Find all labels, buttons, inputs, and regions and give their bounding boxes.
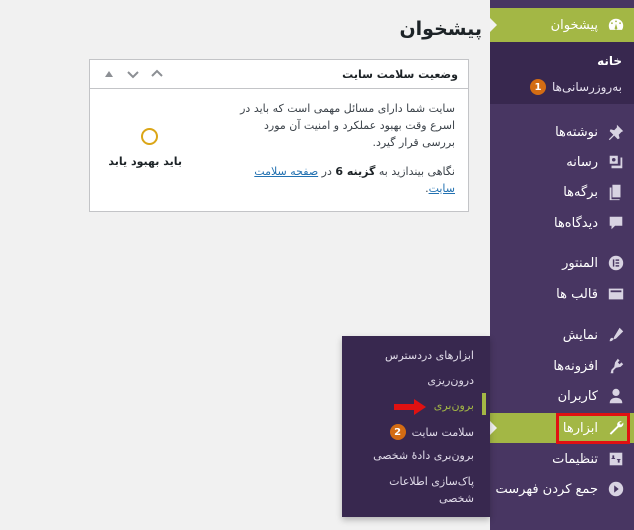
site-health-widget: وضعیت سلامت سایت باید بهبود یابد سایت شم…	[89, 59, 469, 212]
move-up-icon[interactable]	[100, 65, 118, 83]
sidebar-item-users[interactable]: کاربران	[490, 381, 634, 411]
current-indicator	[489, 420, 497, 436]
sidebar-item-label: دیدگاه‌ها	[553, 215, 598, 231]
submenu-item-updates[interactable]: به‌روزرسانی‌ها 1	[530, 79, 622, 95]
health-description: سایت شما دارای مسائل مهمی است که باید در…	[240, 102, 455, 149]
sidebar-item-label: افزونه‌ها	[553, 358, 598, 374]
sidebar-item-label: جمع کردن فهرست	[495, 481, 598, 497]
chevron-down-icon[interactable]	[124, 65, 142, 83]
items-count: گزینه 6	[335, 165, 376, 178]
sidebar-item-templates[interactable]: قالب ها	[490, 279, 634, 309]
widget-description: سایت شما دارای مسائل مهمی است که باید در…	[240, 100, 455, 197]
flyout-item-import[interactable]: درون‌ریزی	[427, 374, 474, 387]
settings-icon	[598, 450, 634, 468]
sidebar-item-label: برگه‌ها	[563, 184, 598, 200]
sidebar-item-plugins[interactable]: افزونه‌ها	[490, 351, 634, 381]
sidebar-item-label: کاربران	[557, 388, 598, 404]
sidebar-item-pages[interactable]: برگه‌ها	[490, 177, 634, 207]
collapse-icon	[598, 480, 634, 498]
current-indicator	[489, 17, 497, 33]
link-middle: در	[321, 165, 332, 178]
site-health-badge: 2	[389, 424, 406, 440]
dashboard-submenu: خانه به‌روزرسانی‌ها 1	[490, 42, 634, 104]
flyout-item-erase-personal-data[interactable]: پاک‌سازی اطلاعات شخصی	[358, 473, 474, 507]
sidebar-item-label: قالب ها	[556, 286, 598, 302]
flyout-item-label: سلامت سایت	[411, 425, 474, 439]
sidebar-collapse-button[interactable]: جمع کردن فهرست	[490, 474, 634, 504]
plugins-icon	[598, 357, 634, 375]
admin-sidebar: پیشخوان خانه به‌روزرسانی‌ها 1 نوشته‌ها ر…	[489, 0, 634, 530]
sidebar-item-dashboard[interactable]: پیشخوان	[489, 8, 634, 42]
media-icon	[598, 153, 634, 171]
sidebar-item-label: رسانه	[566, 154, 598, 170]
templates-icon	[598, 285, 634, 303]
status-ring-icon	[141, 128, 158, 145]
appearance-icon	[598, 326, 634, 344]
comments-icon	[598, 214, 634, 232]
chevron-up-icon[interactable]	[148, 65, 166, 83]
page-title: پیشخوان	[399, 18, 482, 40]
flyout-item-export-personal-data[interactable]: برون‌بری دادهٔ شخصی	[373, 449, 474, 462]
sidebar-item-settings[interactable]: تنظیمات	[490, 444, 634, 474]
dashboard-icon	[598, 16, 634, 34]
health-status: باید بهبود یابد	[98, 128, 188, 178]
sidebar-item-label: نمایش	[562, 327, 598, 343]
sidebar-item-media[interactable]: رسانه	[490, 147, 634, 177]
pages-icon	[598, 183, 634, 201]
widget-header: وضعیت سلامت سایت	[90, 60, 468, 89]
update-count-badge: 1	[530, 79, 546, 95]
active-submenu-indicator	[482, 393, 486, 415]
widget-controls	[100, 65, 166, 83]
sidebar-item-label: المنتور	[562, 255, 598, 271]
tools-highlight-box	[556, 413, 630, 444]
link-prefix: نگاهی بیندازید به	[378, 165, 455, 178]
sidebar-item-elementor[interactable]: المنتور	[490, 248, 634, 278]
sidebar-item-appearance[interactable]: نمایش	[490, 320, 634, 350]
health-link-line: نگاهی بیندازید به گزینه 6 در صفحه سلامت …	[240, 163, 455, 197]
tools-flyout-menu: ابزارهای دردسترس درون‌ریزی برون‌بری سلام…	[342, 336, 490, 517]
updates-label: به‌روزرسانی‌ها	[552, 80, 622, 94]
status-label: باید بهبود یابد	[108, 155, 182, 168]
flyout-item-export[interactable]: برون‌بری	[434, 399, 474, 412]
sidebar-item-posts[interactable]: نوشته‌ها	[490, 117, 634, 147]
red-arrow-icon	[392, 399, 428, 415]
sidebar-item-label: پیشخوان	[550, 17, 598, 33]
sidebar-item-label: تنظیمات	[552, 451, 598, 467]
sidebar-item-comments[interactable]: دیدگاه‌ها	[490, 208, 634, 238]
flyout-item-site-health[interactable]: سلامت سایت 2	[389, 424, 474, 440]
submenu-item-home[interactable]: خانه	[597, 54, 622, 68]
pin-icon	[598, 123, 634, 141]
widget-title: وضعیت سلامت سایت	[342, 67, 458, 81]
flyout-item-available-tools[interactable]: ابزارهای دردسترس	[385, 349, 474, 362]
elementor-icon	[598, 254, 634, 272]
users-icon	[598, 387, 634, 405]
sidebar-item-label: نوشته‌ها	[555, 124, 598, 140]
